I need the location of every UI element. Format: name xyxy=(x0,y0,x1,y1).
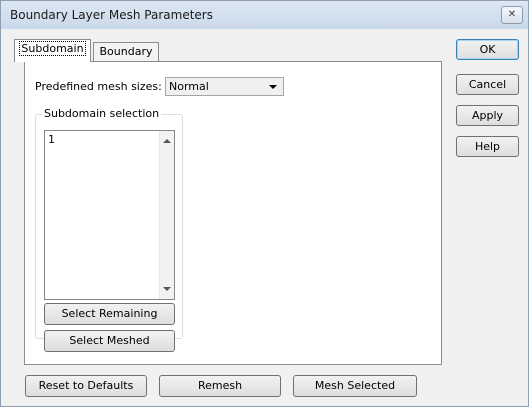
tab-boundary-label: Boundary xyxy=(99,45,153,58)
subdomain-panel: Predefined mesh sizes: Normal Subdomain … xyxy=(24,61,442,365)
scroll-down-icon[interactable] xyxy=(163,287,171,291)
subdomain-listbox[interactable]: 1 xyxy=(44,130,175,300)
dialog-window: Boundary Layer Mesh Parameters ✕ Subdoma… xyxy=(0,0,529,407)
reset-to-defaults-button[interactable]: Reset to Defaults xyxy=(25,375,147,397)
subdomain-selection-group: Subdomain selection 1 Select Remaining S… xyxy=(35,107,183,352)
select-remaining-button[interactable]: Select Remaining xyxy=(44,303,175,325)
dialog-client-area: Subdomain Boundary Predefined mesh sizes… xyxy=(1,29,528,406)
scroll-up-icon[interactable] xyxy=(163,139,171,143)
predefined-mesh-label: Predefined mesh sizes: xyxy=(35,80,162,93)
list-item[interactable]: 1 xyxy=(48,133,55,146)
select-meshed-button[interactable]: Select Meshed xyxy=(44,330,175,352)
listbox-scrollbar[interactable] xyxy=(159,131,174,299)
title-bar[interactable]: Boundary Layer Mesh Parameters ✕ xyxy=(1,1,528,29)
close-icon[interactable]: ✕ xyxy=(501,6,523,24)
remesh-button[interactable]: Remesh xyxy=(159,375,281,397)
help-button[interactable]: Help xyxy=(456,136,519,157)
cancel-button[interactable]: Cancel xyxy=(456,74,519,95)
predefined-mesh-value: Normal xyxy=(169,80,209,93)
subdomain-selection-title: Subdomain selection xyxy=(42,107,162,120)
apply-button[interactable]: Apply xyxy=(456,105,519,126)
window-title: Boundary Layer Mesh Parameters xyxy=(10,8,213,22)
tab-boundary[interactable]: Boundary xyxy=(93,42,159,62)
predefined-mesh-dropdown[interactable]: Normal xyxy=(165,77,284,96)
tab-subdomain-label: Subdomain xyxy=(19,41,86,56)
ok-button[interactable]: OK xyxy=(456,39,519,60)
mesh-selected-button[interactable]: Mesh Selected xyxy=(293,375,417,397)
chevron-down-icon xyxy=(269,85,277,89)
tab-subdomain[interactable]: Subdomain xyxy=(14,39,91,62)
